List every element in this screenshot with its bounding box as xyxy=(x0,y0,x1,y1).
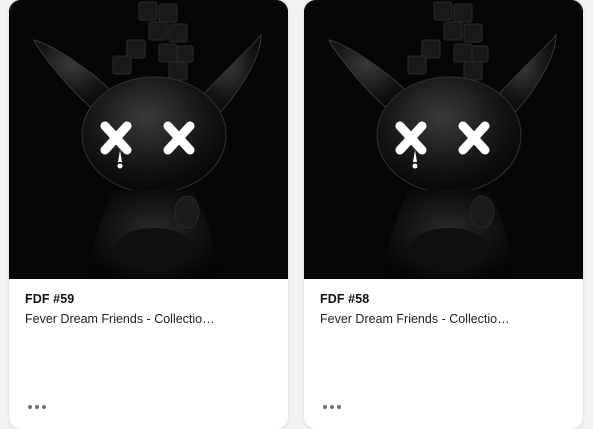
menu-dot xyxy=(28,405,32,409)
menu-dot xyxy=(330,405,334,409)
more-options-icon[interactable] xyxy=(318,397,346,417)
nft-collection-name[interactable]: Fever Dream Friends - Collectio… xyxy=(320,312,520,326)
more-options-icon[interactable] xyxy=(23,397,51,417)
nft-artwork-image[interactable] xyxy=(304,0,583,279)
nft-card[interactable]: FDF #59 Fever Dream Friends - Collectio… xyxy=(9,0,288,429)
nft-artwork-image[interactable] xyxy=(9,0,288,279)
nft-card-grid: FDF #59 Fever Dream Friends - Collectio… xyxy=(0,0,593,429)
menu-dot xyxy=(42,405,46,409)
menu-dot xyxy=(323,405,327,409)
nft-title[interactable]: FDF #58 xyxy=(320,292,369,306)
nft-collection-name[interactable]: Fever Dream Friends - Collectio… xyxy=(25,312,225,326)
nft-card[interactable]: FDF #58 Fever Dream Friends - Collectio… xyxy=(304,0,583,429)
bunny-artwork xyxy=(304,0,583,279)
nft-title[interactable]: FDF #59 xyxy=(25,292,74,306)
menu-dot xyxy=(337,405,341,409)
bunny-artwork xyxy=(9,0,288,279)
menu-dot xyxy=(35,405,39,409)
